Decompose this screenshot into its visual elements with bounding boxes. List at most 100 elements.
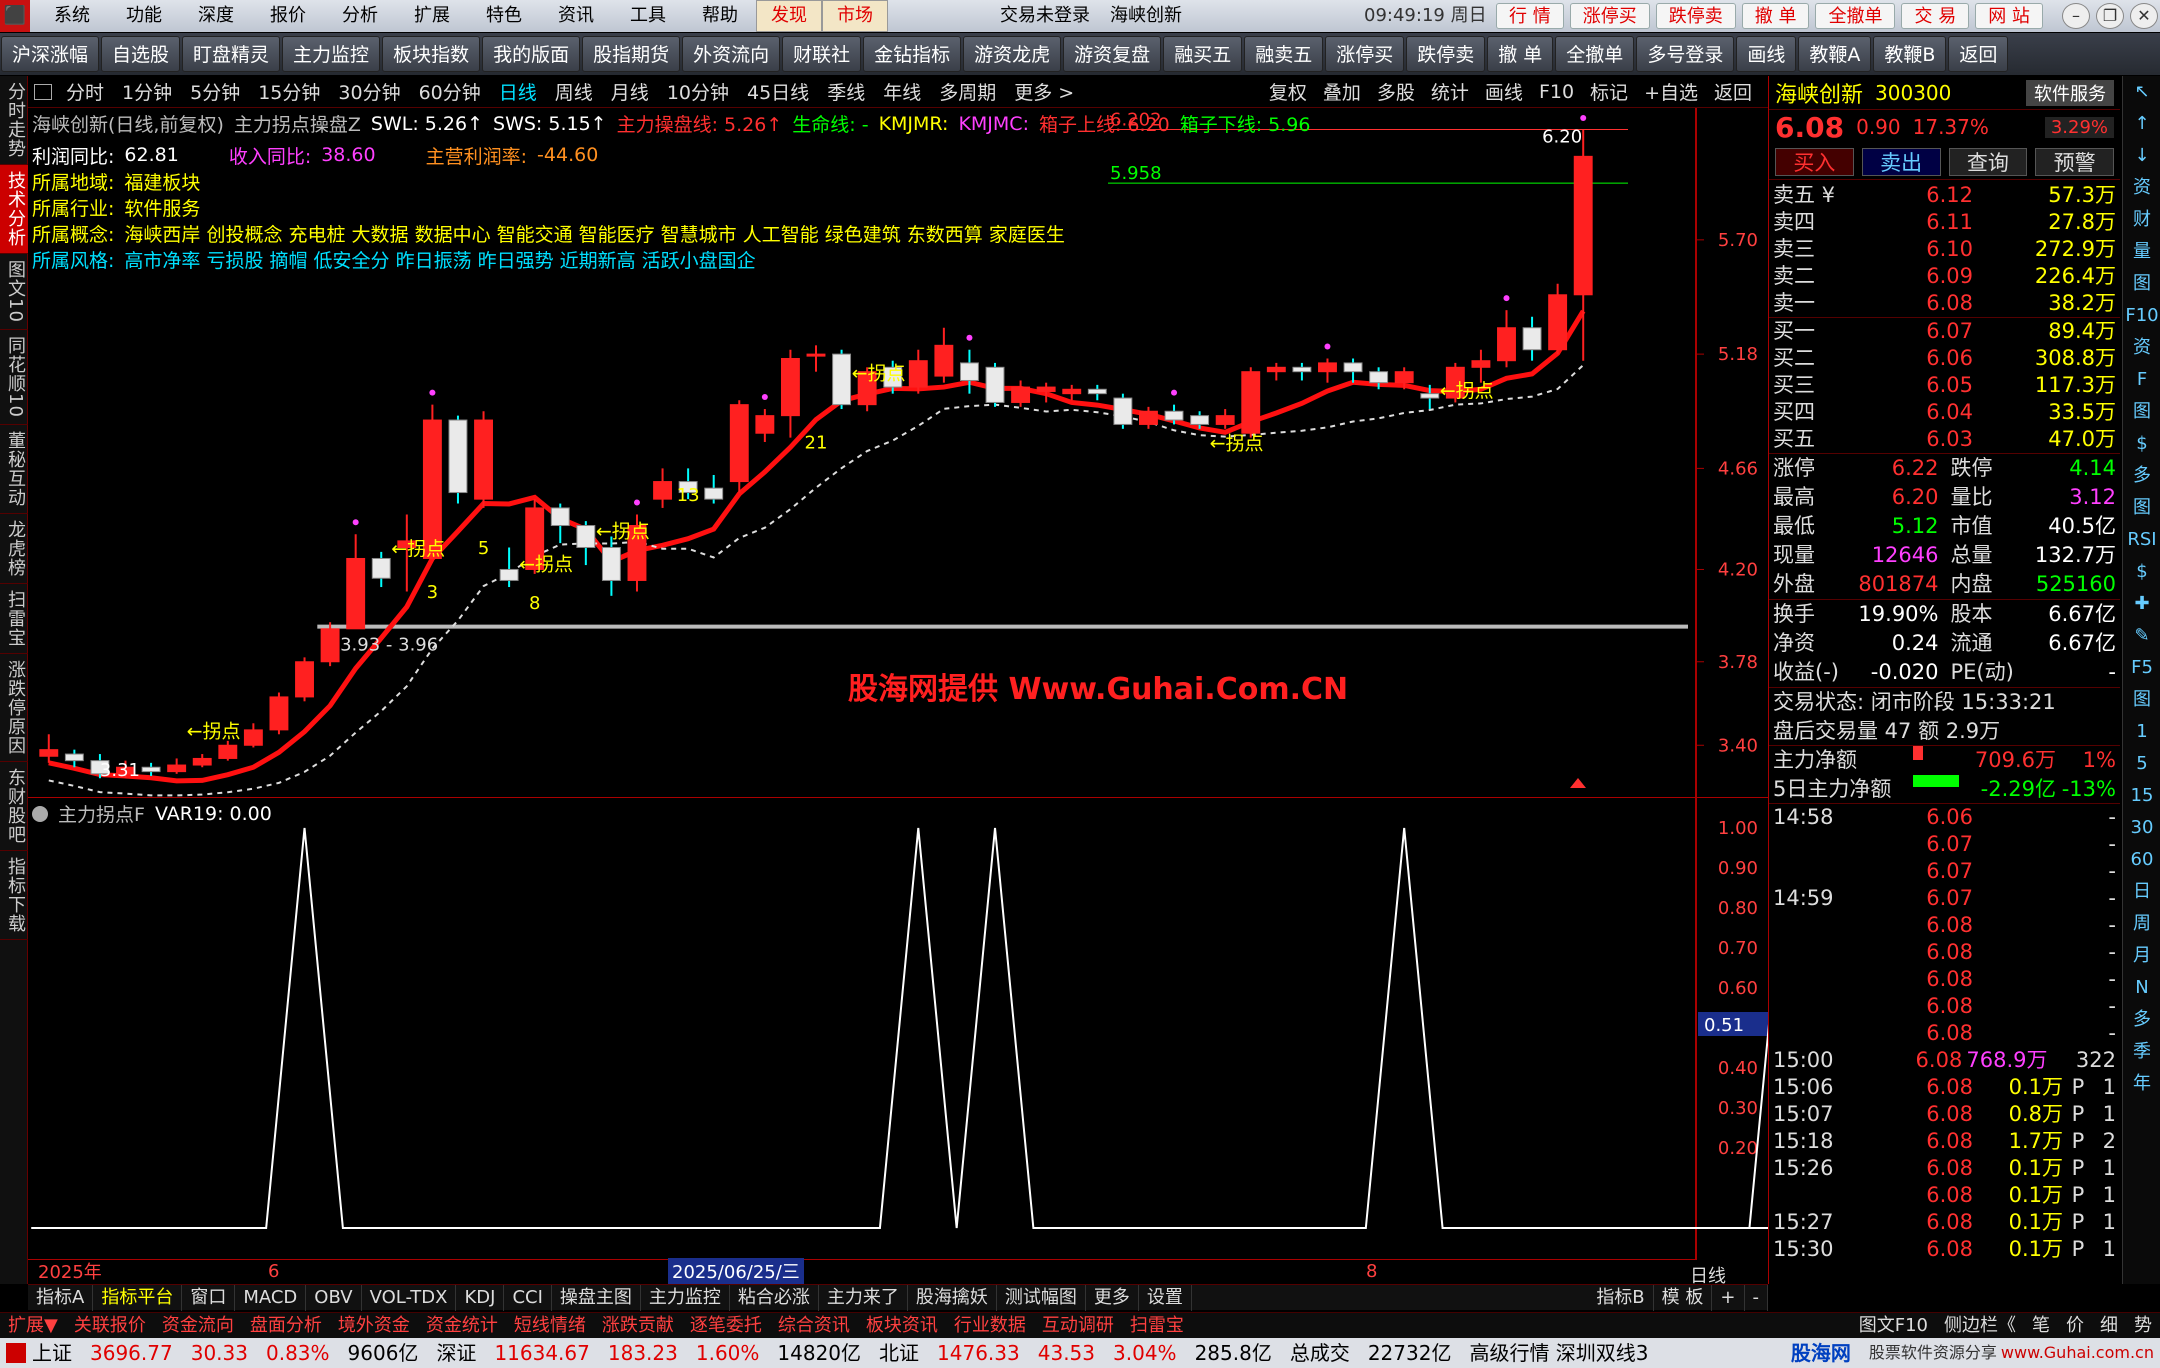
side-tool-icon[interactable]: 量: [2123, 236, 2160, 268]
toolbar-button[interactable]: 返回: [1948, 36, 2009, 72]
side-tool-icon[interactable]: 60: [2123, 844, 2160, 876]
left-tab[interactable]: 同花顺10: [0, 330, 28, 425]
side-tool-icon[interactable]: 多: [2123, 1004, 2160, 1036]
toolbar-button[interactable]: 撤 单: [1487, 36, 1554, 72]
order-book-row[interactable]: 卖五 ¥ 6.12 57.3万: [1769, 182, 2120, 209]
toolbar-button[interactable]: 主力监控: [282, 36, 381, 72]
toolbar-button[interactable]: 盯盘精灵: [182, 36, 281, 72]
toolbar-button[interactable]: 画线: [1736, 36, 1797, 72]
sz-label[interactable]: 深证: [436, 1338, 476, 1368]
indicator-tab[interactable]: KDJ: [456, 1284, 505, 1311]
close-icon[interactable]: ✕: [2130, 3, 2158, 29]
period-tab[interactable]: 60分钟: [419, 78, 481, 105]
period-tab[interactable]: 5分钟: [190, 78, 240, 105]
indicator-tab[interactable]: 主力来了: [819, 1284, 908, 1311]
ext-tab[interactable]: 资金统计: [418, 1313, 506, 1339]
side-tool-icon[interactable]: 图: [2123, 684, 2160, 716]
indicator-tab[interactable]: MACD: [235, 1284, 307, 1311]
ext-tab[interactable]: 互动调研: [1034, 1313, 1122, 1339]
menu-item[interactable]: 分析: [324, 0, 396, 32]
order-book-row[interactable]: 卖一 6.08 38.2万: [1769, 290, 2120, 317]
indicator-tab[interactable]: 测试幅图: [997, 1284, 1086, 1311]
toolbar-button[interactable]: 我的版面: [482, 36, 581, 72]
trade-button[interactable]: 买入: [1775, 147, 1854, 176]
menu-item[interactable]: 扩展: [396, 0, 468, 32]
indicator-tab-right[interactable]: +: [1712, 1284, 1745, 1311]
toolbar-button[interactable]: 多号登录: [1636, 36, 1735, 72]
quick-button[interactable]: 全撤单: [1815, 3, 1896, 29]
side-tool-icon[interactable]: RSI: [2123, 524, 2160, 556]
ext-right-tab[interactable]: 势: [2126, 1313, 2160, 1339]
ext-tab[interactable]: 扩展▼: [0, 1313, 66, 1339]
side-tool-icon[interactable]: ↓: [2123, 140, 2160, 172]
side-tool-icon[interactable]: N: [2123, 972, 2160, 1004]
chart-tool[interactable]: 多股: [1377, 78, 1415, 105]
ext-right-tab[interactable]: 图文F10: [1851, 1313, 1936, 1339]
left-tab[interactable]: 扫雷宝: [0, 584, 28, 654]
side-tool-icon[interactable]: 30: [2123, 812, 2160, 844]
order-book-row[interactable]: 卖四 6.11 27.8万: [1769, 209, 2120, 236]
order-book-row[interactable]: 卖三 6.10 272.9万: [1769, 236, 2120, 263]
ext-tab[interactable]: 盘面分析: [242, 1313, 330, 1339]
ext-tab[interactable]: 板块资讯: [858, 1313, 946, 1339]
side-tool-icon[interactable]: ↖: [2123, 76, 2160, 108]
side-tool-icon[interactable]: 资: [2123, 332, 2160, 364]
side-tool-icon[interactable]: $: [2123, 428, 2160, 460]
toolbar-button[interactable]: 跌停卖: [1406, 36, 1486, 72]
settings-icon[interactable]: [32, 805, 48, 822]
side-tool-icon[interactable]: 日: [2123, 876, 2160, 908]
indicator-tab[interactable]: VOL-TDX: [362, 1284, 457, 1311]
restore-icon[interactable]: ❐: [2096, 3, 2124, 29]
ext-right-tab[interactable]: 笔: [2024, 1313, 2058, 1339]
indicator-tab[interactable]: 指标A: [28, 1284, 94, 1311]
period-tab[interactable]: 年线: [883, 78, 921, 105]
indicator-tab[interactable]: CCI: [504, 1284, 552, 1311]
chart-tool[interactable]: 画线: [1485, 78, 1523, 105]
menu-item[interactable]: 工具: [612, 0, 684, 32]
period-tab[interactable]: 1分钟: [122, 78, 172, 105]
period-tab[interactable]: 15分钟: [258, 78, 320, 105]
period-tab[interactable]: 周线: [555, 78, 593, 105]
side-tool-icon[interactable]: 1: [2123, 716, 2160, 748]
sub-indicator-chart[interactable]: 1.000.900.800.700.600.500.400.300.200.51…: [28, 798, 1768, 1260]
menu-item[interactable]: 资讯: [540, 0, 612, 32]
chart-tool[interactable]: 统计: [1431, 78, 1469, 105]
toolbar-button[interactable]: 涨停买: [1325, 36, 1405, 72]
chart-tool[interactable]: 标记: [1590, 78, 1628, 105]
side-tool-icon[interactable]: 图: [2123, 492, 2160, 524]
ext-tab[interactable]: 逐笔委托: [682, 1313, 770, 1339]
period-tab[interactable]: 季线: [827, 78, 865, 105]
chart-tool[interactable]: 叠加: [1323, 78, 1361, 105]
period-tab[interactable]: 多周期: [939, 78, 996, 105]
toolbar-button[interactable]: 财联社: [782, 36, 862, 72]
indicator-tab[interactable]: 操盘主图: [552, 1284, 641, 1311]
menu-item[interactable]: 系统: [36, 0, 108, 32]
quick-button[interactable]: 涨停买: [1569, 3, 1650, 29]
ext-tab[interactable]: 关联报价: [66, 1313, 154, 1339]
indicator-tab[interactable]: 粘合必涨: [730, 1284, 819, 1311]
toolbar-button[interactable]: 外资流向: [682, 36, 781, 72]
side-tool-icon[interactable]: 图: [2123, 396, 2160, 428]
chart-tool[interactable]: 复权: [1269, 78, 1307, 105]
spike-chart[interactable]: 1.000.900.800.700.600.500.400.300.200.51: [28, 798, 1768, 1260]
period-tab[interactable]: 30分钟: [338, 78, 400, 105]
toolbar-button[interactable]: 游资龙虎: [963, 36, 1062, 72]
indicator-tab[interactable]: 窗口: [182, 1284, 236, 1311]
side-tool-icon[interactable]: ✎: [2123, 620, 2160, 652]
indicator-tab[interactable]: 设置: [1139, 1284, 1192, 1311]
chart-tool[interactable]: F10: [1539, 81, 1574, 103]
left-tab[interactable]: 技术分析: [0, 165, 28, 254]
sub-indicator-name[interactable]: 主力拐点F: [58, 800, 145, 827]
toolbar-button[interactable]: 游资复盘: [1063, 36, 1162, 72]
order-book-row[interactable]: 买四 6.04 33.5万: [1769, 399, 2120, 426]
ext-tab[interactable]: 短线情绪: [506, 1313, 594, 1339]
side-tool-icon[interactable]: 5: [2123, 748, 2160, 780]
discover-tab[interactable]: 发现: [756, 0, 822, 32]
toolbar-button[interactable]: 教鞭A: [1798, 36, 1872, 72]
side-tool-icon[interactable]: F: [2123, 364, 2160, 396]
side-tool-icon[interactable]: 15: [2123, 780, 2160, 812]
indicator-tab[interactable]: 指标平台: [93, 1284, 183, 1311]
main-chart[interactable]: 5.70 5.18 4.66 4.20 3.78 3.40 ←拐点 ←拐点 ←拐点 ←拐点 ←拐点 ←…: [28, 108, 1768, 798]
left-tab[interactable]: 图文10: [0, 254, 28, 330]
ext-right-tab[interactable]: 侧边栏《: [1936, 1313, 2024, 1339]
